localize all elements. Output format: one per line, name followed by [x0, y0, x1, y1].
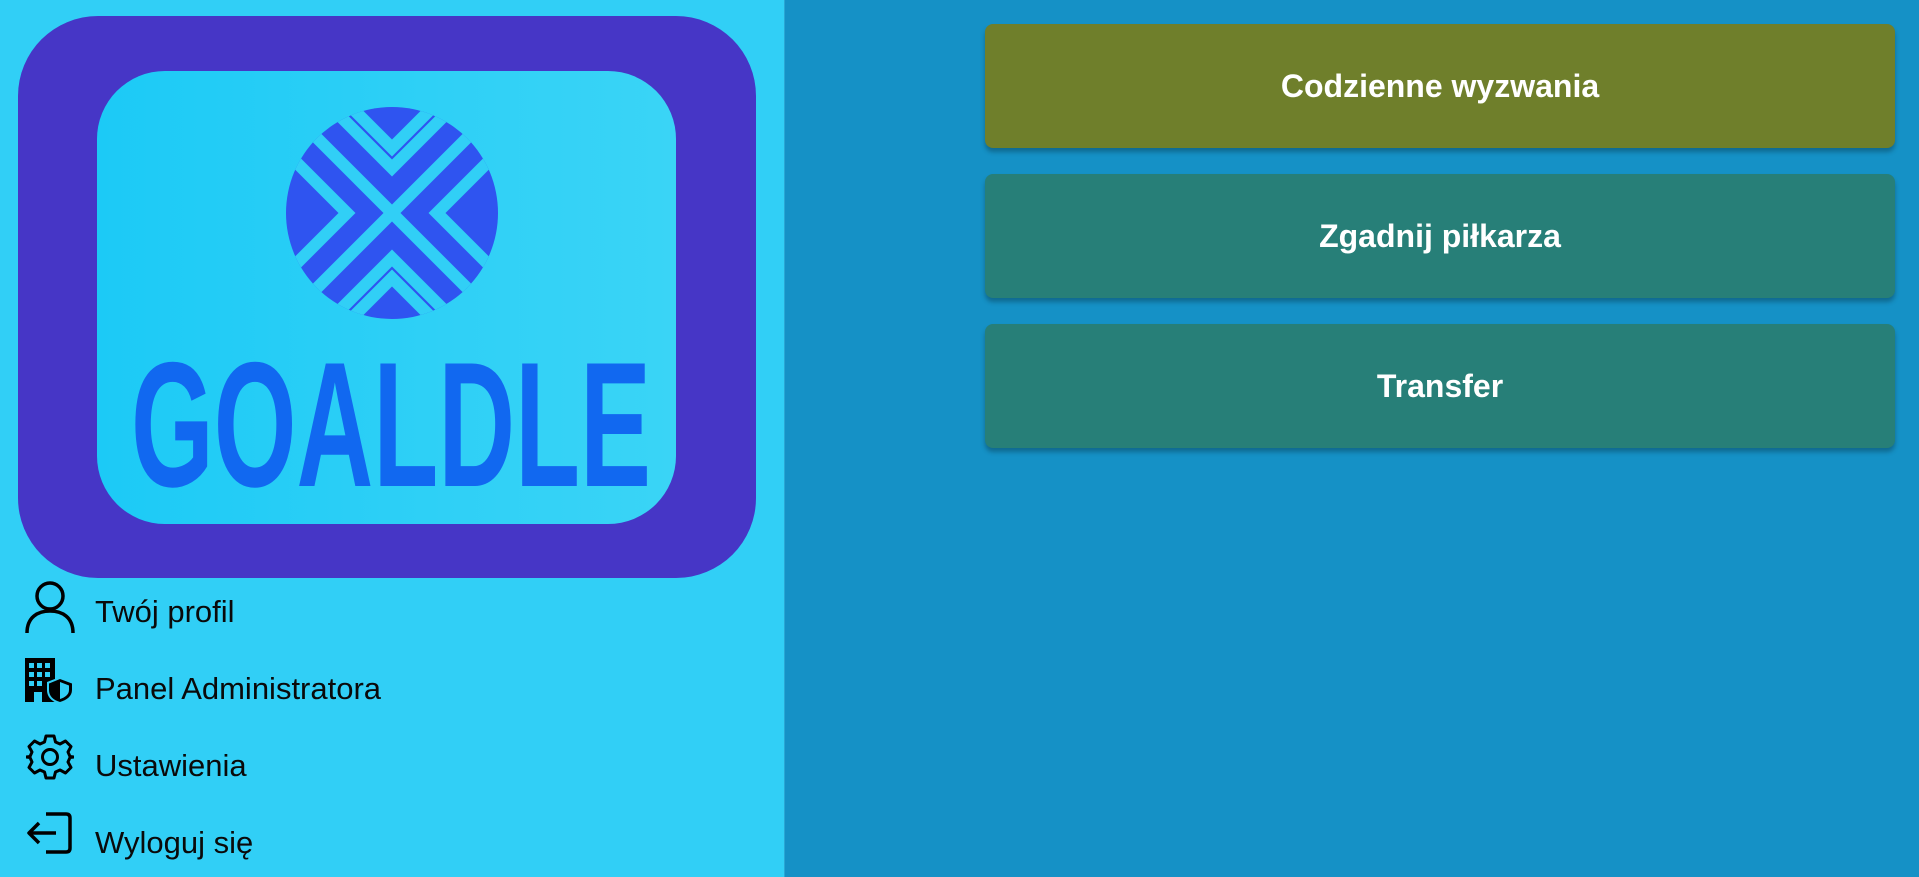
- sidebar-item-label: Panel Administratora: [95, 671, 382, 706]
- sidebar: GOALDLE Twój profil Panel Administratora…: [0, 0, 785, 877]
- daily-challenges-button[interactable]: Codzienne wyzwania: [985, 24, 1895, 148]
- app-logo[interactable]: GOALDLE: [18, 16, 756, 578]
- guess-player-button[interactable]: Zgadnij piłkarza: [985, 174, 1895, 298]
- crossed-chevrons-icon: [286, 107, 498, 319]
- sidebar-item-logout[interactable]: Wyloguj się: [24, 811, 764, 875]
- sidebar-item-admin-panel[interactable]: Panel Administratora: [24, 657, 764, 721]
- sidebar-item-profile[interactable]: Twój profil: [24, 580, 764, 644]
- sidebar-item-label: Ustawienia: [95, 748, 247, 783]
- logo-badge: GOALDLE: [97, 71, 676, 524]
- gear-icon: [24, 733, 76, 785]
- sidebar-item-settings[interactable]: Ustawienia: [24, 734, 764, 798]
- sidebar-item-label: Twój profil: [95, 594, 235, 629]
- admin-building-shield-icon: [24, 656, 76, 708]
- logout-icon: [24, 810, 76, 862]
- transfer-button[interactable]: Transfer: [985, 324, 1895, 448]
- sidebar-item-label: Wyloguj się: [95, 825, 254, 860]
- logo-wordmark: GOALDLE: [131, 346, 651, 506]
- svg-text:GOALDLE: GOALDLE: [131, 346, 651, 506]
- user-icon: [24, 579, 76, 634]
